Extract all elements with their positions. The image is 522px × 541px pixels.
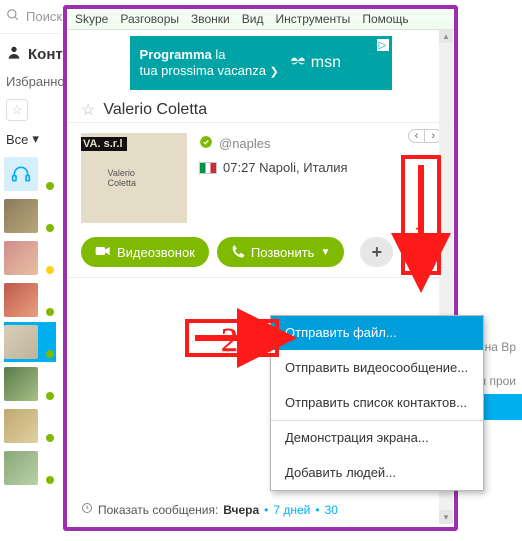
history-30days[interactable]: 30 (325, 503, 338, 517)
status-online-icon (46, 476, 54, 484)
filter-all-label: Все (6, 132, 28, 147)
video-call-label: Видеозвонок (117, 245, 195, 260)
avatar (4, 199, 38, 233)
status-online-icon (199, 135, 213, 152)
chevron-down-icon: ▾ (32, 131, 39, 147)
list-item[interactable] (4, 238, 56, 278)
pic-corner-text: VA. s.r.l (81, 137, 127, 151)
search-row[interactable]: Поиск (0, 0, 60, 34)
list-item[interactable] (4, 196, 56, 236)
ad-brand: msn (289, 52, 341, 75)
call-button[interactable]: Позвонить ▼ (217, 237, 344, 267)
clock-icon (81, 502, 93, 517)
profile-picture[interactable]: VA. s.r.l Valerio Coletta (81, 133, 187, 223)
star-outline-icon: ☆ (6, 99, 28, 121)
phone-icon (231, 244, 245, 261)
list-item[interactable] (4, 280, 56, 320)
pic-center-text: Valerio Coletta (108, 168, 161, 188)
ad-line2: tua prossima vacanza (140, 63, 266, 78)
menu-send-contacts[interactable]: Отправить список контактов... (271, 385, 483, 420)
action-row: Видеозвонок Позвонить ▼ + (67, 233, 454, 278)
contacts-header[interactable]: Контакты (0, 34, 60, 68)
call-label: Позвонить (251, 245, 315, 260)
video-icon (95, 245, 111, 260)
status-online-icon (46, 392, 54, 400)
plus-icon: + (372, 242, 383, 263)
list-item[interactable] (4, 322, 56, 362)
contact-name: Valerio Coletta (103, 101, 207, 119)
avatar (4, 283, 38, 317)
status-online-icon (46, 182, 54, 190)
history-filter: Показать сообщения: Вчера • 7 дней • 30 (81, 502, 338, 517)
list-item[interactable] (4, 154, 56, 194)
plus-dropdown: Отправить файл... Отправить видеосообщен… (270, 315, 484, 491)
ad-rest: la (212, 47, 226, 62)
menu-tools[interactable]: Инструменты (275, 12, 350, 26)
prev-button[interactable]: ‹ (409, 130, 425, 142)
status-away-icon (46, 266, 54, 274)
list-item[interactable] (4, 364, 56, 404)
contact-header: ☆ Valerio Coletta (67, 98, 454, 122)
menu-view[interactable]: Вид (242, 12, 264, 26)
ad-close-icon[interactable]: ▷ (376, 38, 390, 52)
menu-send-file[interactable]: Отправить файл... (271, 316, 483, 350)
history-7days[interactable]: 7 дней (273, 503, 310, 517)
menu-screen-share[interactable]: Демонстрация экрана... (271, 420, 483, 455)
status-online-icon (46, 224, 54, 232)
history-yesterday[interactable]: Вчера (223, 503, 259, 517)
ad-bold: Programma (140, 47, 212, 62)
contact-list (0, 153, 60, 489)
ad-banner[interactable]: Programma la tua prossima vacanza ❯ msn … (130, 36, 392, 90)
dot-icon: • (315, 503, 319, 517)
filter-all[interactable]: Все ▾ (0, 125, 60, 153)
chevron-right-icon: ❯ (270, 66, 279, 78)
avatar (4, 325, 38, 359)
status-online-icon (46, 308, 54, 316)
contact-location: 07:27 Napoli, Италия (223, 160, 348, 175)
list-item[interactable] (4, 448, 56, 488)
main-window-left: Поиск Контакты Избранное ☆ Все ▾ (0, 0, 60, 541)
profile-nav: ‹ › (408, 129, 442, 143)
contact-handle: @naples (219, 136, 271, 151)
add-button[interactable]: + (360, 237, 393, 267)
search-placeholder: Поиск (26, 9, 62, 24)
ad-brand-label: msn (311, 54, 341, 72)
menubar: Skype Разговоры Звонки Вид Инструменты П… (67, 9, 454, 30)
menu-send-video[interactable]: Отправить видеосообщение... (271, 350, 483, 385)
menu-add-people[interactable]: Добавить людей... (271, 455, 483, 490)
favorite-placeholder[interactable]: ☆ (0, 95, 60, 125)
avatar (4, 241, 38, 275)
dot-icon: • (264, 503, 268, 517)
signal-button[interactable] (401, 237, 440, 267)
status-line: @naples (199, 135, 348, 152)
video-call-button[interactable]: Видеозвонок (81, 237, 209, 267)
status-online-icon (46, 434, 54, 442)
menu-calls[interactable]: Звонки (191, 12, 230, 26)
scroll-up-icon[interactable]: ▴ (439, 29, 453, 43)
status-online-icon (46, 350, 54, 358)
avatar (4, 409, 38, 443)
profile-row: VA. s.r.l Valerio Coletta @naples 07:27 … (67, 122, 454, 233)
butterfly-icon (289, 52, 307, 75)
location-line: 07:27 Napoli, Италия (199, 160, 348, 175)
scroll-down-icon[interactable]: ▾ (439, 510, 453, 524)
chevron-down-icon: ▼ (320, 247, 330, 258)
history-label: Показать сообщения: (98, 503, 218, 517)
avatar (4, 157, 38, 191)
menu-conversations[interactable]: Разговоры (120, 12, 179, 26)
profile-info: @naples 07:27 Napoli, Италия (199, 133, 348, 223)
flag-italy-icon (199, 162, 217, 174)
menu-help[interactable]: Помощь (362, 12, 408, 26)
star-icon[interactable]: ☆ (81, 100, 95, 120)
person-icon (6, 44, 22, 64)
menu-skype[interactable]: Skype (75, 12, 108, 26)
avatar (4, 451, 38, 485)
ad-text: Programma la tua prossima vacanza ❯ (140, 47, 279, 79)
list-item[interactable] (4, 406, 56, 446)
avatar (4, 367, 38, 401)
favorites-label: Избранное (0, 68, 60, 95)
search-icon (6, 8, 20, 25)
signal-icon (412, 246, 430, 258)
